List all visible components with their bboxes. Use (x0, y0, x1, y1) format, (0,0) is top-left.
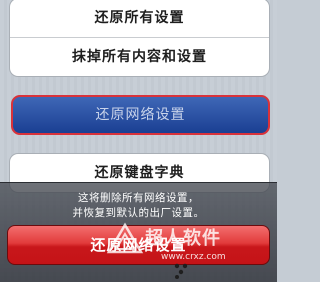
erase-all-content-button[interactable]: 抹掉所有内容和设置 (10, 37, 269, 76)
action-sheet-message-line1: 这将删除所有网络设置， (78, 192, 199, 204)
reset-options-group: 还原所有设置 抹掉所有内容和设置 (9, 0, 270, 77)
reset-network-settings-button[interactable]: 还原网络设置 (13, 97, 268, 133)
reset-network-settings-group: 还原网络设置 (11, 95, 270, 135)
action-sheet-message-line2: 并恢复到默认的出厂设置。 (72, 207, 205, 219)
watermark-dots-icon (174, 263, 188, 279)
reset-all-settings-button[interactable]: 还原所有设置 (10, 0, 269, 37)
confirm-reset-network-button[interactable]: 还原网络设置 (7, 225, 270, 265)
action-sheet-message: 这将删除所有网络设置， 并恢复到默认的出厂设置。 (0, 191, 277, 221)
settings-page: 还原所有设置 抹掉所有内容和设置 还原网络设置 还原键盘字典 这将删除所有网络设… (0, 0, 277, 282)
